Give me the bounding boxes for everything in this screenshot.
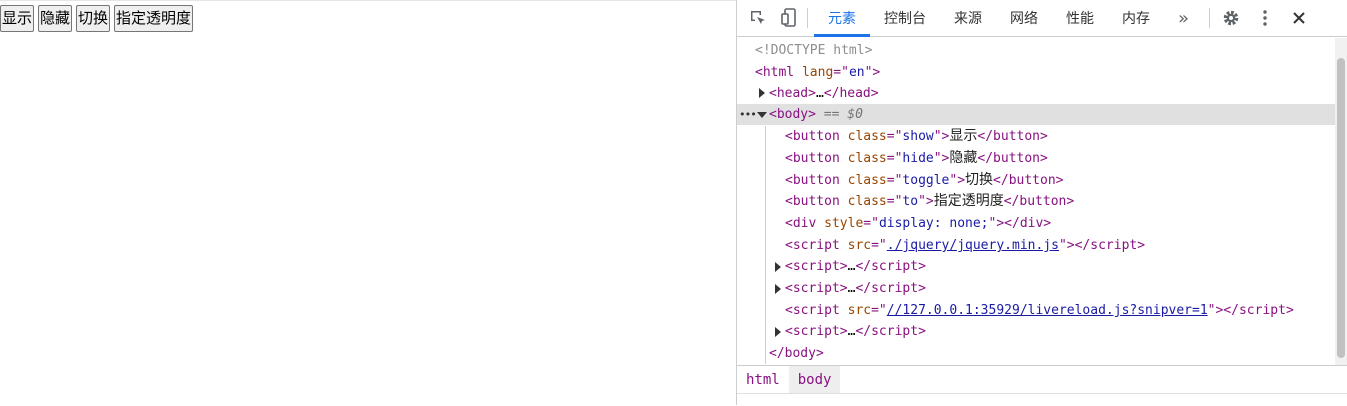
show-button[interactable]: 显示 (0, 5, 35, 32)
body-collapse-icon[interactable] (757, 112, 767, 118)
html-open-line[interactable]: <html lang="en"> (755, 62, 880, 83)
tab-console[interactable]: 控制台 (870, 0, 940, 37)
button-toggle-line[interactable]: <button class="toggle">切换</button> (785, 170, 1064, 191)
body-close-line[interactable]: </body> (769, 343, 824, 364)
body-open-line[interactable]: <body> == $0 (769, 104, 863, 125)
breadcrumb-html[interactable]: html (737, 366, 789, 393)
button-class: toggle (902, 173, 950, 188)
button-to-line[interactable]: <button class="to">指定透明度</button> (785, 191, 1074, 212)
more-tabs-icon[interactable]: » (1164, 0, 1203, 37)
head-expand-icon[interactable] (759, 88, 765, 98)
script-livereload-line[interactable]: <script src="//127.0.0.1:35929/livereloa… (785, 300, 1294, 321)
breadcrumb: html body (737, 365, 1347, 394)
script-collapsed-line[interactable]: <script>…</script> (785, 256, 926, 277)
toggle-button[interactable]: 切换 (76, 5, 111, 32)
body-guide-line (765, 126, 766, 364)
button-text: 隐藏 (949, 150, 978, 166)
script-expand-icon[interactable] (775, 284, 781, 294)
page-button-row: 显示 隐藏 切换 指定透明度 (0, 5, 194, 32)
head-line[interactable]: <head>…</head> (769, 83, 879, 104)
devtools-tabs: 元素 控制台 来源 网络 性能 内存 » (814, 0, 1203, 37)
button-hide-line[interactable]: <button class="hide">隐藏</button> (785, 148, 1048, 169)
button-class: show (902, 129, 934, 144)
close-icon[interactable] (1288, 7, 1310, 29)
script-expand-icon[interactable] (775, 327, 781, 337)
head-ellipsis: … (815, 86, 824, 101)
toolbar-divider (807, 8, 808, 28)
button-show-line[interactable]: <button class="show">显示</button> (785, 126, 1048, 147)
livereload-src-link[interactable]: //127.0.0.1:35929/livereload.js?snipver=… (887, 303, 1208, 318)
hide-button[interactable]: 隐藏 (38, 5, 73, 32)
opacity-button[interactable]: 指定透明度 (114, 5, 194, 32)
script-collapsed-line[interactable]: <script>…</script> (785, 278, 926, 299)
script-jquery-line[interactable]: <script src="./jquery/jquery.min.js"></s… (785, 235, 1145, 256)
jquery-src-link[interactable]: ./jquery/jquery.min.js (887, 238, 1059, 253)
button-text: 指定透明度 (933, 193, 1004, 209)
button-text: 切换 (965, 172, 994, 188)
div-style-value: display: none; (878, 216, 989, 231)
breadcrumb-body[interactable]: body (788, 366, 841, 393)
body-marker: == $0 (823, 107, 863, 122)
html-lang-value: en (848, 65, 865, 80)
inspect-element-icon[interactable] (747, 7, 769, 29)
div-line[interactable]: <div style="display: none;"></div> (785, 213, 1051, 234)
doctype-line[interactable]: <!DOCTYPE html> (755, 40, 872, 61)
kebab-menu-icon[interactable] (1254, 7, 1276, 29)
page-viewport: 显示 隐藏 切换 指定透明度 (0, 0, 736, 406)
dom-scrollbar[interactable] (1335, 38, 1347, 365)
tab-sources[interactable]: 来源 (940, 0, 996, 37)
devtools-toolbar: 元素 控制台 来源 网络 性能 内存 » (737, 0, 1347, 37)
devtools-panel: 元素 控制台 来源 网络 性能 内存 » <!DOCTYPE html> <ht… (736, 0, 1347, 405)
tab-network[interactable]: 网络 (996, 0, 1052, 37)
button-text: 显示 (949, 128, 978, 144)
gear-icon[interactable] (1220, 7, 1242, 29)
button-class: to (902, 194, 919, 209)
device-toolbar-icon[interactable] (779, 7, 801, 29)
button-class: hide (902, 151, 934, 166)
script-expand-icon[interactable] (775, 262, 781, 272)
dom-tree[interactable]: <!DOCTYPE html> <html lang="en"> <head>…… (737, 38, 1335, 365)
tab-performance[interactable]: 性能 (1052, 0, 1108, 37)
tab-memory[interactable]: 内存 (1108, 0, 1164, 37)
script-collapsed-line[interactable]: <script>…</script> (785, 321, 926, 342)
row-menu-icon[interactable]: ••• (739, 104, 757, 125)
toolbar-divider-2 (1209, 8, 1211, 28)
scrollbar-thumb[interactable] (1337, 58, 1345, 358)
tab-elements[interactable]: 元素 (814, 0, 870, 37)
